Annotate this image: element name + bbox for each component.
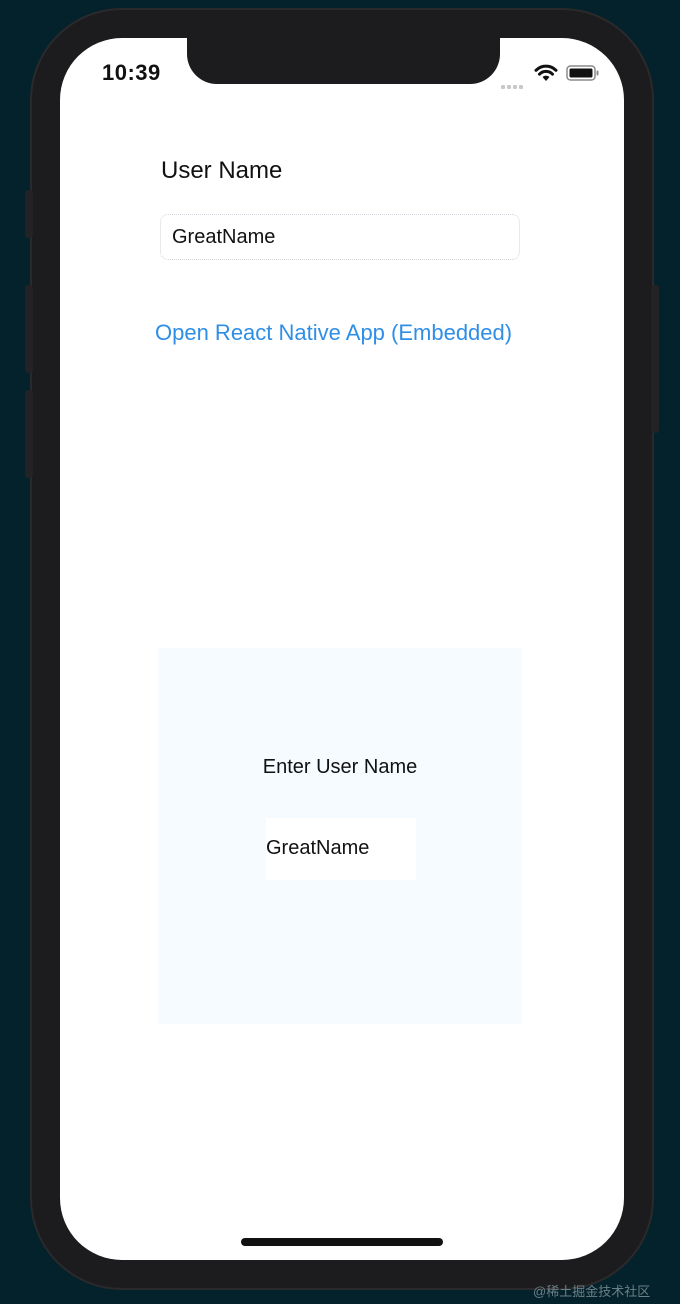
battery-icon — [566, 65, 599, 81]
rn-username-input[interactable]: GreatName — [266, 818, 416, 880]
power-button — [651, 285, 659, 433]
notch — [187, 38, 500, 84]
status-time: 10:39 — [102, 60, 161, 85]
open-react-native-app-button[interactable]: Open React Native App (Embedded) — [155, 320, 512, 346]
phone-screen: 10:39 User Name GreatName Open React Nat… — [60, 38, 624, 1260]
silent-switch — [25, 190, 33, 238]
watermark: @稀土掘金技术社区 — [533, 1284, 651, 1299]
wifi-icon — [534, 64, 558, 81]
username-label: User Name — [161, 157, 283, 184]
volume-up-button — [25, 285, 33, 373]
enter-username-label: Enter User Name — [262, 756, 418, 778]
volume-down-button — [25, 390, 33, 478]
home-indicator[interactable] — [241, 1238, 443, 1246]
react-native-embedded-view: Enter User Name GreatName — [158, 648, 522, 1024]
username-input[interactable]: GreatName — [160, 214, 520, 260]
cellular-signal-icon — [501, 76, 525, 94]
